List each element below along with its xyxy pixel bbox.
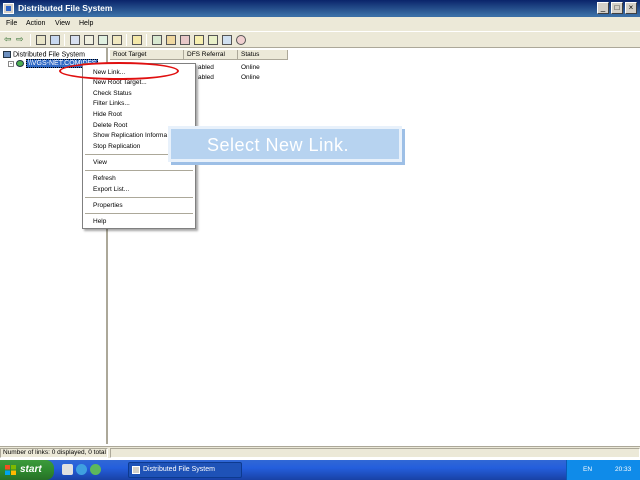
taskbar-item-dfs[interactable]: Distributed File System: [128, 462, 242, 478]
status-text: Number of links: 0 displayed, 0 total: [0, 448, 108, 458]
menu-item-view[interactable]: View: [93, 159, 107, 166]
toolbar-separator: [146, 34, 147, 46]
status-bar: Number of links: 0 displayed, 0 total: [0, 446, 640, 458]
menu-item-delete-root[interactable]: Delete Root: [93, 122, 127, 129]
media-player-icon[interactable]: [90, 464, 101, 475]
cell-referral: abled: [198, 74, 214, 81]
menu-item-show-replication[interactable]: Show Replication Informa: [93, 132, 167, 139]
export-icon[interactable]: [112, 35, 122, 45]
new-root-icon[interactable]: [152, 35, 162, 45]
menu-separator: [85, 213, 193, 214]
properties-icon[interactable]: [84, 35, 94, 45]
tree-root[interactable]: Distributed File System: [3, 51, 85, 58]
expand-icon[interactable]: -: [8, 60, 14, 67]
close-button[interactable]: ×: [625, 2, 637, 14]
filter-icon[interactable]: [222, 35, 232, 45]
instruction-callout: Select New Link.: [168, 126, 402, 162]
tree-root-label: Distributed File System: [13, 51, 85, 59]
menu-bar: File Action View Help: [0, 17, 640, 31]
start-label: start: [20, 464, 42, 475]
help-icon[interactable]: [132, 35, 142, 45]
menu-item-help[interactable]: Help: [93, 218, 106, 225]
language-indicator[interactable]: EN: [583, 466, 592, 473]
start-button[interactable]: start: [0, 460, 54, 480]
delete-icon[interactable]: [180, 35, 190, 45]
menu-separator: [85, 197, 193, 198]
new-link-icon[interactable]: [166, 35, 176, 45]
menu-file[interactable]: File: [6, 20, 17, 27]
menu-item-check-status[interactable]: Check Status: [93, 90, 132, 97]
menu-item-export-list[interactable]: Export List...: [93, 186, 129, 193]
help-topic-icon[interactable]: [194, 35, 204, 45]
menu-action[interactable]: Action: [26, 20, 45, 27]
refresh-icon[interactable]: [98, 35, 108, 45]
clock[interactable]: 20:33: [615, 466, 631, 473]
root-icon: [16, 60, 24, 67]
forward-icon[interactable]: ⇨: [16, 35, 26, 45]
menu-help[interactable]: Help: [79, 20, 93, 27]
toolbar-separator: [126, 34, 127, 46]
dfs-icon: [3, 51, 11, 58]
taskbar-item-label: Distributed File System: [143, 466, 215, 473]
back-icon[interactable]: ⇦: [4, 35, 14, 45]
dfs-task-icon: [132, 466, 140, 474]
up-folder-icon[interactable]: [36, 35, 46, 45]
menu-view[interactable]: View: [55, 20, 70, 27]
column-root-target[interactable]: Root Target: [110, 50, 184, 60]
show-desktop-icon[interactable]: [62, 464, 73, 475]
window-title: Distributed File System: [18, 3, 113, 13]
callout-text: Select New Link.: [207, 135, 350, 155]
minimize-button[interactable]: _: [597, 2, 609, 14]
column-header-row: Root Target DFS Referral Status: [110, 50, 640, 60]
new-window-icon[interactable]: [70, 35, 80, 45]
cell-status: Online: [241, 64, 260, 71]
taskbar: start Distributed File System EN 20:33: [0, 460, 640, 480]
menu-item-new-root-target[interactable]: New Root Target...: [93, 79, 147, 86]
title-bar: Distributed File System _ □ ×: [0, 0, 640, 17]
cell-status: Online: [241, 74, 260, 81]
windows-flag-icon: [5, 465, 16, 475]
column-status[interactable]: Status: [238, 50, 288, 60]
menu-item-stop-replication[interactable]: Stop Replication: [93, 143, 140, 150]
status-panel: [110, 448, 640, 458]
show-tree-icon[interactable]: [50, 35, 60, 45]
highlight-ellipse: [59, 62, 179, 80]
stop-icon[interactable]: [236, 35, 246, 45]
menu-item-refresh[interactable]: Refresh: [93, 175, 116, 182]
maximize-button[interactable]: □: [611, 2, 623, 14]
column-dfs-referral[interactable]: DFS Referral: [184, 50, 238, 60]
toolbar: ⇦ ⇨: [0, 31, 640, 48]
toolbar-separator: [30, 34, 31, 46]
menu-item-properties[interactable]: Properties: [93, 202, 123, 209]
internet-explorer-icon[interactable]: [76, 464, 87, 475]
cell-referral: abled: [198, 64, 214, 71]
app-icon: [3, 3, 14, 14]
menu-item-hide-root[interactable]: Hide Root: [93, 111, 122, 118]
menu-separator: [85, 170, 193, 171]
toolbar-separator: [64, 34, 65, 46]
replication-icon[interactable]: [208, 35, 218, 45]
system-tray: EN 20:33: [566, 460, 640, 480]
menu-item-filter-links[interactable]: Filter Links...: [93, 100, 130, 107]
